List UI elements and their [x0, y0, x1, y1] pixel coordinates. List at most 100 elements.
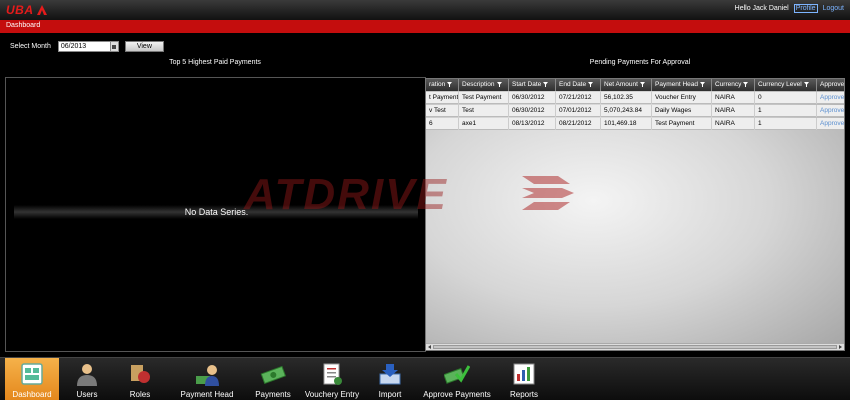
dashboard-icon — [21, 363, 43, 385]
watermark-text: ATDRIVE — [244, 170, 448, 219]
nav-item-payments[interactable]: Payments — [246, 358, 300, 400]
column-label: Currency — [715, 81, 742, 88]
watermark-logo: ATDRIVE — [244, 170, 448, 220]
table-cell: 08/21/2012 — [556, 118, 601, 130]
breadcrumb: Dashboard — [6, 22, 41, 29]
filter-icon[interactable] — [700, 81, 705, 87]
approve-link[interactable]: Approve — [817, 118, 844, 130]
nav-item-approve-payments[interactable]: Approve Payments — [416, 358, 498, 400]
scroll-thumb[interactable] — [433, 345, 837, 349]
filter-icon[interactable] — [447, 81, 453, 87]
column-label: Description — [462, 81, 495, 88]
table-cell: Daily Wages — [652, 105, 712, 117]
table-row[interactable]: t Payment Test Payment 06/30/2012 07/21/201… — [426, 92, 844, 104]
page: UBA Hello Jack Daniel Profile Logout Das… — [0, 0, 850, 400]
approve-link[interactable]: Approve — [817, 92, 844, 104]
table-cell: 0 — [755, 92, 817, 104]
column-label: ration — [429, 81, 446, 88]
nav-item-dashboard[interactable]: Dashboard — [5, 358, 59, 400]
table-cell: v Test — [426, 105, 459, 117]
watermark-arrows-icon — [522, 176, 574, 210]
column-header[interactable]: Payment Head — [652, 79, 712, 91]
table-cell: 101,469.18 — [601, 118, 652, 130]
column-label: Payment Head — [655, 81, 698, 88]
month-selector: Select Month 06/2013 View — [10, 41, 164, 52]
table-cell: Test Payment — [652, 118, 712, 130]
column-header[interactable]: End Date — [556, 79, 601, 91]
filter-icon[interactable] — [543, 81, 549, 87]
table-cell: 06/30/2012 — [509, 92, 556, 104]
uba-logo[interactable]: UBA — [6, 2, 48, 18]
table-title: Pending Payments For Approval — [589, 59, 691, 66]
table-cell: 07/21/2012 — [556, 92, 601, 104]
table-cell: 6 — [426, 118, 459, 130]
column-header[interactable]: Currency — [712, 79, 755, 91]
voucher-icon — [323, 363, 342, 385]
nav-item-reports[interactable]: Reports — [498, 358, 550, 400]
user-icon — [77, 364, 97, 386]
column-label: Start Date — [512, 81, 542, 88]
filter-icon[interactable] — [803, 81, 809, 87]
column-header[interactable]: Currency Level — [755, 79, 817, 91]
table-header: ration Description Start Date End Date Net A… — [426, 79, 845, 91]
table-cell: Test Payment — [459, 92, 509, 104]
table-cell: axe1 — [459, 118, 509, 130]
nav-label: Dashboard — [12, 390, 52, 399]
column-label: Net Amount — [604, 81, 638, 88]
month-input[interactable]: 06/2013 — [57, 41, 111, 52]
nav-label: Vouchery Entry — [304, 390, 360, 399]
table-row[interactable]: v Test Test 06/30/2012 07/01/2012 5,070,243.… — [426, 105, 844, 117]
bottom-nav: Dashboard Users Roles Payment Head Payments V… — [0, 357, 850, 400]
column-header[interactable]: Description — [459, 79, 509, 91]
table-cell: 06/30/2012 — [509, 105, 556, 117]
table-cell: 1 — [755, 118, 817, 130]
column-label: Approve — [820, 81, 845, 88]
scroll-left-icon[interactable] — [427, 345, 432, 349]
filter-icon[interactable] — [639, 81, 645, 87]
table-cell: NAIRA — [712, 92, 755, 104]
money-icon — [260, 365, 286, 385]
scroll-right-icon[interactable] — [838, 345, 843, 349]
nav-item-vouchery-entry[interactable]: Vouchery Entry — [300, 358, 364, 400]
nav-label: Payment Head — [180, 390, 234, 399]
table-cell: 56,102.35 — [601, 92, 652, 104]
table-cell: 07/01/2012 — [556, 105, 601, 117]
table-cell: NAIRA — [712, 118, 755, 130]
filter-icon[interactable] — [743, 81, 749, 87]
column-header[interactable]: Approve — [817, 79, 845, 91]
app-header: UBA Hello Jack Daniel Profile Logout — [0, 0, 850, 20]
pending-payments-table: ration Description Start Date End Date Net A… — [425, 78, 845, 351]
nav-item-import[interactable]: Import — [366, 358, 414, 400]
import-icon — [379, 364, 401, 385]
nav-label: Users — [76, 390, 98, 399]
table-cell: Voucher Entry — [652, 92, 712, 104]
select-month-label: Select Month — [10, 43, 51, 50]
nav-item-payment-head[interactable]: Payment Head — [170, 358, 244, 400]
nav-item-roles[interactable]: Roles — [114, 358, 166, 400]
logo-text: UBA — [6, 3, 34, 17]
column-header[interactable]: Net Amount — [601, 79, 652, 91]
view-button[interactable]: View — [124, 41, 164, 52]
profile-link[interactable]: Profile — [793, 4, 818, 13]
nav-label: Approve Payments — [423, 390, 491, 399]
column-header[interactable]: Start Date — [509, 79, 556, 91]
greeting-text: Hello Jack Daniel — [734, 5, 789, 12]
column-header[interactable]: ration — [426, 79, 459, 91]
nav-label: Payments — [255, 390, 291, 399]
chart-title: Top 5 Highest Paid Payments — [169, 59, 261, 66]
table-row[interactable]: 6 axe1 08/13/2012 08/21/2012 101,469.18 Test … — [426, 118, 844, 130]
roles-icon — [131, 365, 150, 383]
filter-icon[interactable] — [496, 81, 502, 87]
logo-mark-icon — [36, 5, 47, 15]
calendar-icon[interactable] — [110, 41, 119, 52]
approve-link[interactable]: Approve — [817, 105, 844, 117]
column-label: End Date — [559, 81, 587, 88]
breadcrumb-bar: Dashboard — [0, 20, 850, 33]
reports-icon — [513, 363, 535, 385]
approve-icon — [444, 365, 470, 384]
nav-item-users[interactable]: Users — [62, 358, 112, 400]
filter-icon[interactable] — [588, 81, 594, 87]
table-cell: 5,070,243.84 — [601, 105, 652, 117]
horizontal-scrollbar[interactable] — [426, 343, 844, 350]
logout-link[interactable]: Logout — [823, 5, 844, 12]
